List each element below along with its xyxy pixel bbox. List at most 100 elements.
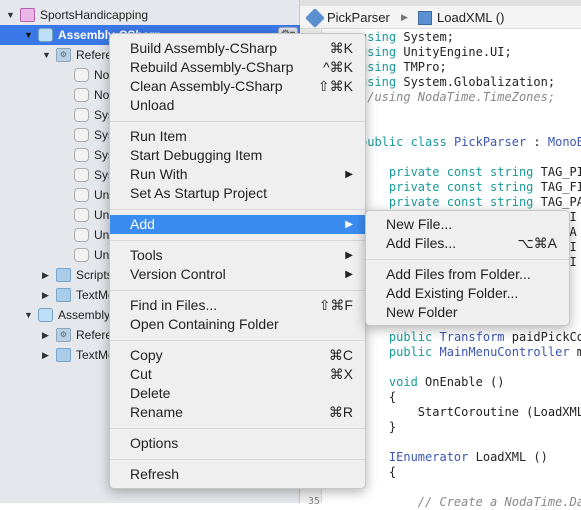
menu-item-label: Open Containing Folder [130,316,279,332]
code-line: using System; [360,30,454,44]
code-line: using System.Globalization; [360,75,556,89]
menu-item-rename[interactable]: Rename ⌘R [110,403,365,422]
code-line: using TMPro; [360,60,447,74]
menu-item-unload[interactable]: Unload [110,96,365,115]
disclosure-expanded-icon[interactable]: ▼ [42,45,51,65]
package-icon [74,168,89,182]
menu-separator [110,209,365,210]
disclosure-collapsed-icon[interactable]: ▶ [42,325,49,345]
folder-icon [56,348,71,362]
code-line: private const string TAG_PA [388,195,581,209]
menu-item-open-containing-folder[interactable]: Open Containing Folder [110,315,365,334]
menu-item-label: New Folder [386,304,458,320]
menu-item-label: Add Existing Folder... [386,285,519,301]
package-icon [74,128,89,142]
menu-separator [110,290,365,291]
menu-item-new-folder[interactable]: New Folder [366,303,569,322]
menu-item-label: New File... [386,216,453,232]
code-line: private const string TAG_FI [388,180,581,194]
menu-item-label: Cut [130,366,152,382]
disclosure-expanded-icon[interactable]: ▼ [6,5,15,25]
project-icon [38,308,53,322]
menu-item-label: Options [130,435,179,451]
menu-item-rebuild-assembly-csharp[interactable]: Rebuild Assembly-CSharp ^⌘K [110,58,365,77]
submenu-arrow-icon: ▶ [345,219,353,230]
menu-separator [110,240,365,241]
menu-item-shortcut: ⇧⌘F [318,297,353,313]
menu-item-label: Unload [130,97,175,113]
menu-item-label: Build Assembly-CSharp [130,40,278,56]
breadcrumb: PickParser ▶ LoadXML () [300,6,581,29]
menu-item-label: Version Control [130,266,226,282]
menu-item-refresh[interactable]: Refresh [110,465,365,484]
menu-item-label: Set As Startup Project [130,185,267,201]
code-line: IEnumerator LoadXML () [388,450,548,464]
package-icon [74,148,89,162]
menu-item-cut[interactable]: Cut ⌘X [110,365,365,384]
menu-item-shortcut: ⌘K [329,40,353,56]
menu-separator [110,121,365,122]
breadcrumb-class[interactable]: PickParser [327,6,390,29]
menu-item-label: Find in Files... [130,297,218,313]
disclosure-collapsed-icon[interactable]: ▶ [42,285,49,305]
project-icon [38,28,53,42]
menu-item-label: Add [130,216,155,232]
breadcrumb-method[interactable]: LoadXML () [437,6,504,29]
code-line: public Transform paidPickCo [388,330,581,344]
assembly-ref-icon [74,188,89,202]
menu-item-add-files[interactable]: Add Files... ⌥⌘A [366,234,569,253]
submenu-arrow-icon: ▶ [345,250,353,261]
menu-item-start-debugging-item[interactable]: Start Debugging Item [110,146,365,165]
code-line: private const string TAG_PI [388,165,581,179]
menu-separator [110,340,365,341]
menu-item-label: Run With [130,166,188,182]
submenu-arrow-icon: ▶ [345,269,353,280]
menu-item-label: Add Files from Folder... [386,266,531,282]
menu-item-add-files-from-folder[interactable]: Add Files from Folder... [366,265,569,284]
tree-item[interactable]: ▼ SportsHandicapping [0,5,300,25]
menu-item-run-with[interactable]: Run With ▶ [110,165,365,184]
disclosure-collapsed-icon[interactable]: ▶ [42,265,49,285]
menu-item-find-in-files[interactable]: Find in Files... ⇧⌘F [110,296,365,315]
menu-item-shortcut: ⌥⌘A [517,235,557,251]
references-folder-icon: ⚙ [56,48,71,62]
menu-item-delete[interactable]: Delete [110,384,365,403]
menu-item-new-file[interactable]: New File... [366,215,569,234]
menu-item-build-assembly-csharp[interactable]: Build Assembly-CSharp ⌘K [110,39,365,58]
assembly-ref-icon [74,228,89,242]
assembly-ref-icon [74,88,89,102]
disclosure-expanded-icon[interactable]: ▼ [24,25,33,45]
menu-item-label: Copy [130,347,163,363]
references-folder-icon: ⚙ [56,328,71,342]
menu-item-shortcut: ^⌘K [323,59,353,75]
menu-item-set-as-startup-project[interactable]: Set As Startup Project [110,184,365,203]
disclosure-collapsed-icon[interactable]: ▶ [42,345,49,365]
menu-item-run-item[interactable]: Run Item [110,127,365,146]
code-line: StartCoroutine (LoadXML [360,405,581,419]
code-line: //using NodaTime.TimeZones; [360,90,556,104]
tree-item-label: Scripts [76,268,113,282]
method-icon [418,11,432,25]
menu-item-options[interactable]: Options [110,434,365,453]
assembly-ref-icon [74,208,89,222]
menu-item-label: Delete [130,385,171,401]
menu-item-tools[interactable]: Tools ▶ [110,246,365,265]
menu-item-label: Refresh [130,466,180,482]
menu-item-version-control[interactable]: Version Control ▶ [110,265,365,284]
menu-item-copy[interactable]: Copy ⌘C [110,346,365,365]
disclosure-expanded-icon[interactable]: ▼ [24,305,33,325]
tree-item-label: SportsHandicapping [40,8,149,22]
menu-separator [366,259,569,260]
menu-item-clean-assembly-csharp[interactable]: Clean Assembly-CSharp ⇧⌘K [110,77,365,96]
menu-separator [110,428,365,429]
menu-item-label: Run Item [130,128,187,144]
menu-item-add[interactable]: Add ▶ [110,215,365,234]
code-line: using UnityEngine.UI; [360,45,512,59]
assembly-ref-icon [74,248,89,262]
code-line: void OnEnable () [388,375,505,389]
code-line: public class PickParser : MonoB [360,135,581,149]
solution-icon [20,8,35,22]
assembly-ref-icon [74,68,89,82]
menu-item-add-existing-folder[interactable]: Add Existing Folder... [366,284,569,303]
menu-item-shortcut: ⌘C [328,347,353,363]
